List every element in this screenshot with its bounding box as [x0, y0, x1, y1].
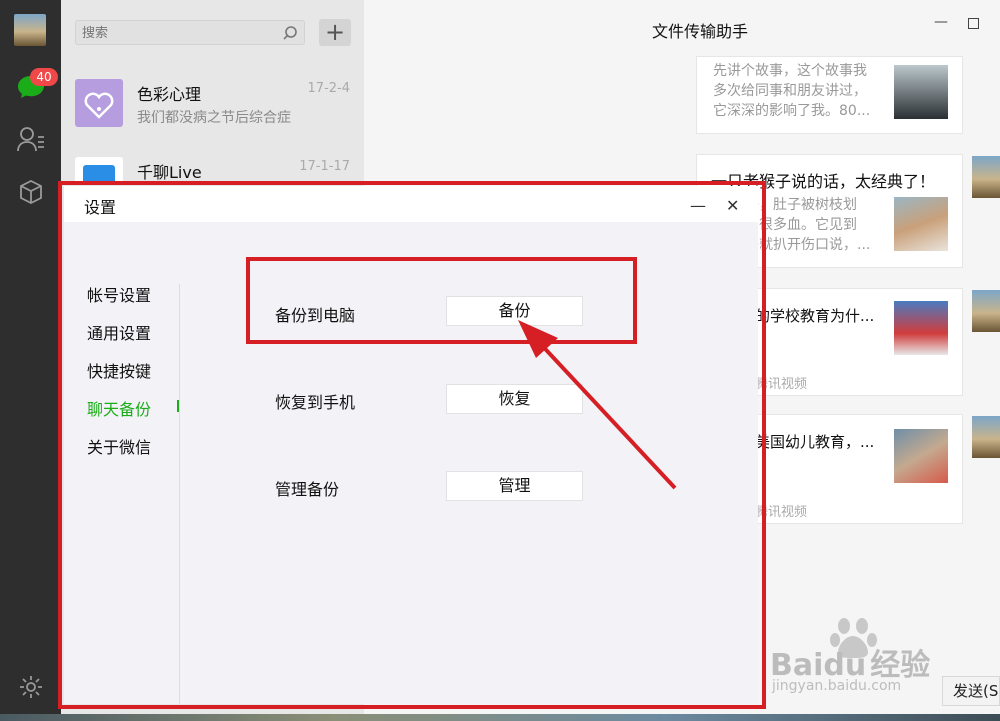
watermark-url: jingyan.baidu.com [772, 678, 902, 694]
peer-avatar [972, 156, 1000, 198]
app-sidebar: 40 [0, 0, 61, 721]
peer-avatar [972, 290, 1000, 332]
card-title: 的学校教育为什... [755, 307, 875, 325]
window-minimize-button[interactable]: — [934, 14, 948, 30]
chat-name: 千聊Live [137, 163, 202, 182]
card-image [894, 429, 948, 483]
card-image [894, 197, 948, 251]
chat-snippet: 我们都没病之节后综合症 [137, 110, 291, 126]
chat-name: 色彩心理 [137, 85, 202, 104]
search-icon[interactable] [282, 25, 298, 45]
window-maximize-button[interactable] [968, 18, 979, 29]
search-input[interactable] [80, 23, 274, 44]
peer-avatar [972, 416, 1000, 458]
user-avatar[interactable] [14, 14, 46, 46]
conversation-title: 文件传输助手 [651, 22, 748, 41]
card-image [894, 301, 948, 355]
card-image [894, 65, 948, 119]
chat-date: 17-2-4 [307, 81, 350, 96]
favorites-icon[interactable] [14, 177, 48, 207]
card-text: 先讲个故事，这个故事我 多次给同事和朋友讲过， 它深深的影响了我。80... [713, 63, 871, 119]
chat-item[interactable]: 色彩心理 17-2-4 我们都没病之节后综合症 [61, 79, 364, 157]
send-button[interactable]: 发送(S [942, 676, 1000, 706]
contacts-icon[interactable] [14, 124, 48, 154]
desktop-taskbar [0, 714, 1000, 721]
article-card[interactable]: 先讲个故事，这个故事我 多次给同事和朋友讲过， 它深深的影响了我。80... [696, 56, 963, 134]
chat-date: 17-1-17 [299, 159, 350, 174]
unread-badge: 40 [30, 68, 58, 86]
card-title: 美国幼儿教育，... [755, 433, 875, 451]
chat-thumbnail [75, 79, 123, 127]
search-box[interactable] [75, 20, 305, 45]
settings-gear-icon[interactable] [14, 672, 48, 702]
add-chat-button[interactable]: + [319, 19, 351, 46]
annotation-arrow [518, 320, 677, 490]
